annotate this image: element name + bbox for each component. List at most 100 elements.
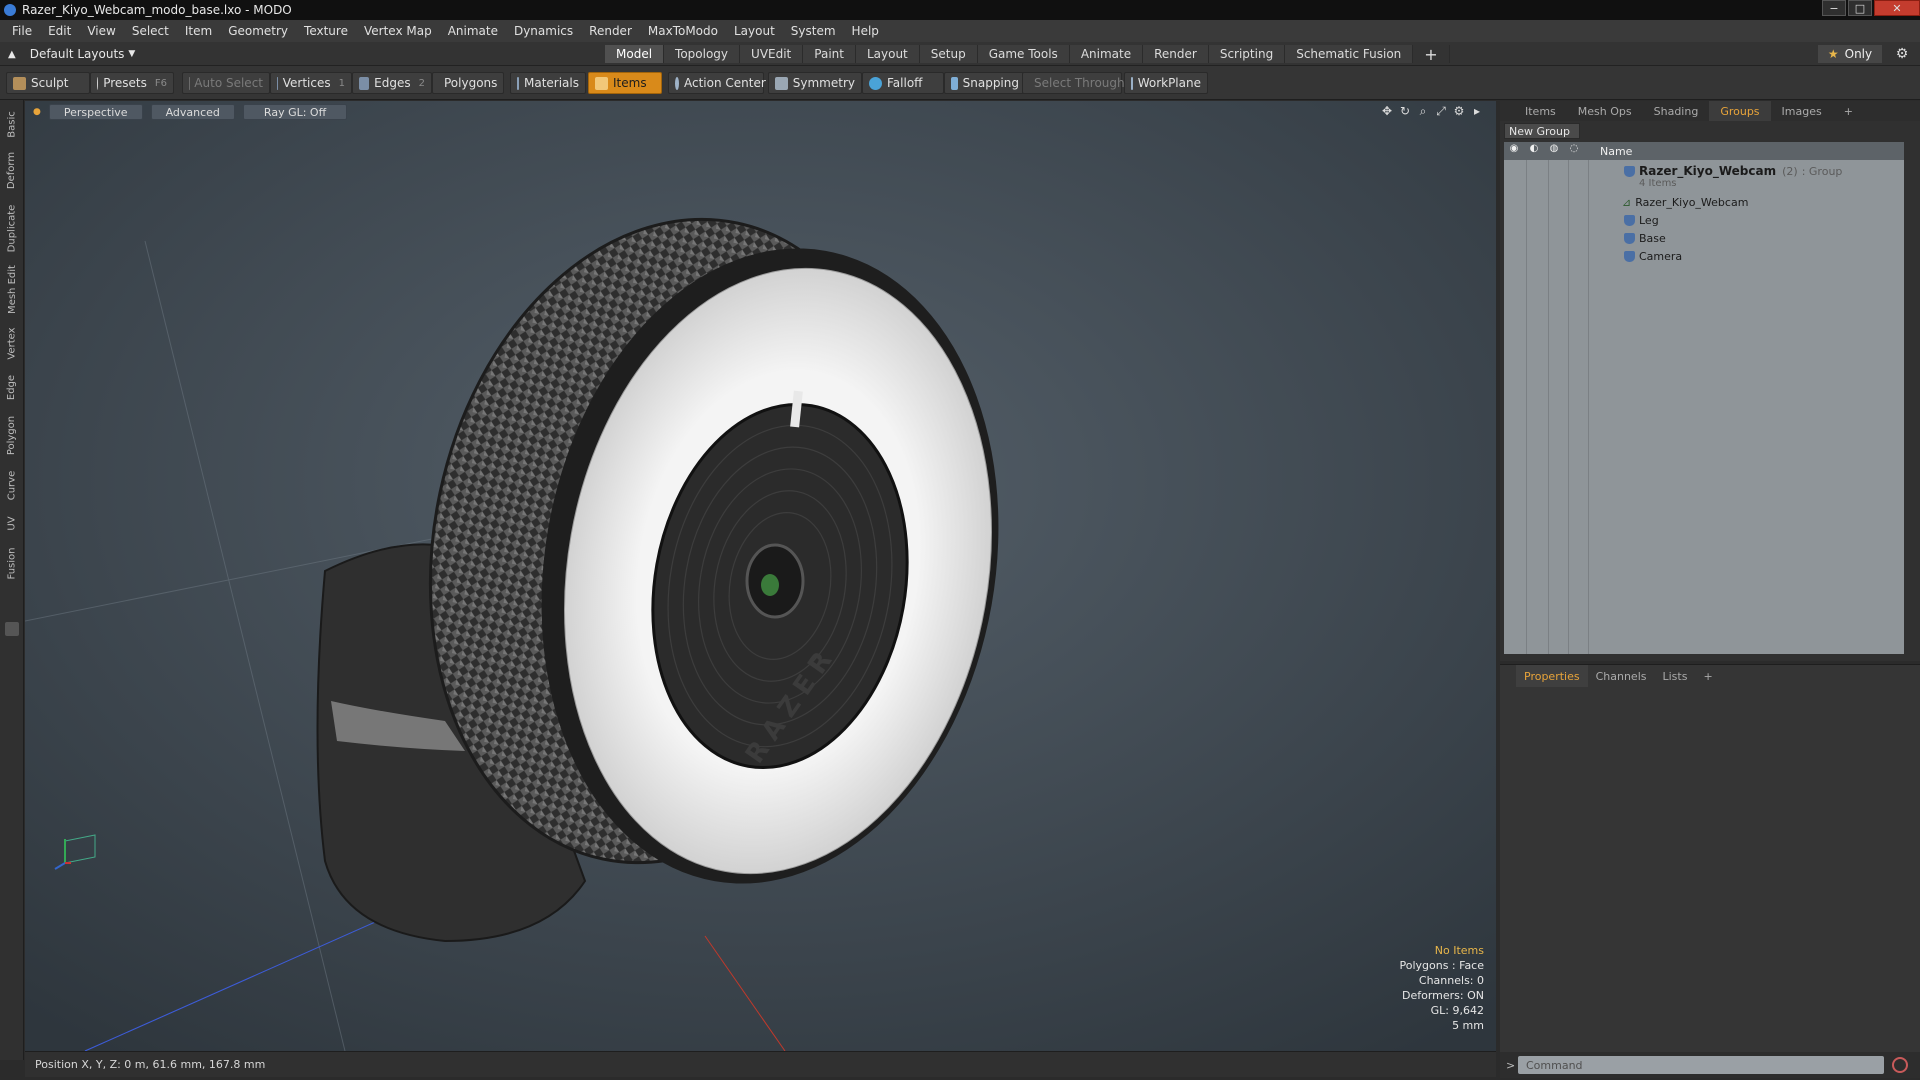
tab-uvedit[interactable]: UVEdit xyxy=(740,45,804,63)
close-button[interactable]: ✕ xyxy=(1874,0,1920,16)
menu-dynamics[interactable]: Dynamics xyxy=(506,24,581,38)
menu-item[interactable]: Item xyxy=(177,24,220,38)
symmetry-button[interactable]: Symmetry xyxy=(768,72,862,94)
tab-images[interactable]: Images xyxy=(1771,101,1833,121)
group-child-row[interactable]: Camera xyxy=(1504,247,1904,265)
command-execute-icon[interactable] xyxy=(1892,1057,1908,1073)
snapping-label: Snapping xyxy=(962,76,1019,90)
gear-icon[interactable]: ⚙ xyxy=(1893,46,1911,64)
presets-button[interactable]: Presets F6 xyxy=(90,72,174,94)
view-perspective-dropdown[interactable]: Perspective xyxy=(48,104,143,120)
tab-mesh-ops[interactable]: Mesh Ops xyxy=(1567,101,1643,121)
tab-shading[interactable]: Shading xyxy=(1643,101,1710,121)
rotate-icon[interactable]: ↻ xyxy=(1396,104,1414,120)
maximize-button[interactable]: □ xyxy=(1848,0,1872,16)
group-child-row[interactable]: Base xyxy=(1504,229,1904,247)
menu-select[interactable]: Select xyxy=(124,24,177,38)
tab-properties[interactable]: Properties xyxy=(1516,665,1588,687)
tab-paint[interactable]: Paint xyxy=(803,45,856,63)
vertices-button[interactable]: Vertices 1 xyxy=(270,72,352,94)
tab-fusion[interactable]: Fusion xyxy=(2,540,22,586)
tab-schematic-fusion[interactable]: Schematic Fusion xyxy=(1285,45,1414,63)
shading-dropdown[interactable]: Advanced xyxy=(150,104,235,120)
menu-help[interactable]: Help xyxy=(844,24,887,38)
action-center-button[interactable]: Action Center xyxy=(668,72,766,94)
add-tab-icon[interactable]: + xyxy=(1413,45,1450,64)
tab-channels[interactable]: Channels xyxy=(1588,665,1655,687)
pan-icon[interactable]: ✥ xyxy=(1378,104,1396,120)
command-input[interactable]: Command xyxy=(1518,1056,1884,1074)
tab-model[interactable]: Model xyxy=(605,45,665,63)
menu-file[interactable]: File xyxy=(4,24,40,38)
edges-button[interactable]: Edges 2 xyxy=(352,72,432,94)
viewport-settings-icon[interactable]: ⚙ xyxy=(1450,104,1468,120)
tab-game-tools[interactable]: Game Tools xyxy=(977,45,1070,63)
menu-view[interactable]: View xyxy=(79,24,123,38)
viewport-menu-icon[interactable]: ● xyxy=(33,107,41,117)
add-panel-tab-icon[interactable]: + xyxy=(1695,665,1720,687)
menu-texture[interactable]: Texture xyxy=(296,24,356,38)
expand-arrow-icon[interactable]: ▸ xyxy=(1468,104,1486,120)
tab-setup[interactable]: Setup xyxy=(919,45,978,63)
tab-duplicate[interactable]: Duplicate xyxy=(2,198,22,258)
chevron-down-icon: ▼ xyxy=(128,49,136,59)
tab-curve[interactable]: Curve xyxy=(2,464,22,506)
group-icon xyxy=(1624,165,1635,177)
menu-system[interactable]: System xyxy=(783,24,844,38)
tab-edge[interactable]: Edge xyxy=(2,368,22,406)
menu-maxtomodo[interactable]: MaxToModo xyxy=(640,24,726,38)
workplane-button[interactable]: WorkPlane xyxy=(1124,72,1208,94)
menu-edit[interactable]: Edit xyxy=(40,24,79,38)
falloff-button[interactable]: Falloff xyxy=(862,72,944,94)
viewport-canvas[interactable]: RAZER xyxy=(25,101,1496,1051)
menu-vertex-map[interactable]: Vertex Map xyxy=(356,24,440,38)
snapping-button[interactable]: Snapping xyxy=(944,72,1026,94)
tab-lists[interactable]: Lists xyxy=(1655,665,1696,687)
groups-list[interactable]: ◉ ◐ ◍ ◌ Name Razer_Kiyo_Webcam (2) : Gro… xyxy=(1504,142,1904,654)
menu-layout[interactable]: Layout xyxy=(726,24,783,38)
tab-vertex[interactable]: Vertex xyxy=(2,320,22,366)
info-channels: Channels: 0 xyxy=(1418,974,1484,987)
3d-viewport[interactable]: RAZER ● Perspective Advanced Ray GL: Off… xyxy=(25,101,1496,1051)
tab-layout[interactable]: Layout xyxy=(855,45,920,63)
auto-select-button[interactable]: Auto Select xyxy=(182,72,270,94)
tab-groups[interactable]: Groups xyxy=(1709,101,1771,121)
add-panel-tab-icon[interactable]: + xyxy=(1833,101,1864,121)
only-button[interactable]: ★ Only xyxy=(1818,45,1882,63)
tab-topology[interactable]: Topology xyxy=(664,45,741,63)
group-child-row[interactable]: ⊿ Razer_Kiyo_Webcam xyxy=(1504,193,1904,211)
polygons-button[interactable]: Polygons xyxy=(432,72,504,94)
tab-deform[interactable]: Deform xyxy=(2,146,22,194)
tab-render[interactable]: Render xyxy=(1143,45,1209,63)
raygl-toggle[interactable]: Ray GL: Off xyxy=(242,104,348,120)
menu-geometry[interactable]: Geometry xyxy=(220,24,296,38)
tab-polygon[interactable]: Polygon xyxy=(2,408,22,462)
tab-items[interactable]: Items xyxy=(1514,101,1567,121)
edges-label: Edges xyxy=(374,76,411,90)
zoom-icon[interactable]: ⌕ xyxy=(1414,104,1432,120)
lock-column-icon[interactable]: ◍ xyxy=(1544,143,1564,159)
menu-render[interactable]: Render xyxy=(581,24,640,38)
tab-scripting[interactable]: Scripting xyxy=(1208,45,1286,63)
vertices-label: Vertices xyxy=(282,76,331,90)
group-child-row[interactable]: Leg xyxy=(1504,211,1904,229)
select-through-button[interactable]: Select Through xyxy=(1022,72,1125,94)
eye-column-icon[interactable]: ◉ xyxy=(1504,143,1524,159)
select-column-icon[interactable]: ◌ xyxy=(1564,143,1584,159)
render-column-icon[interactable]: ◐ xyxy=(1524,143,1544,159)
tab-mesh-edit[interactable]: Mesh Edit xyxy=(2,260,22,318)
sculpt-button[interactable]: Sculpt xyxy=(6,72,90,94)
materials-button[interactable]: Materials xyxy=(510,72,586,94)
toggle-panel-button[interactable] xyxy=(5,622,19,636)
menu-animate[interactable]: Animate xyxy=(440,24,506,38)
name-column-header[interactable]: Name xyxy=(1600,145,1632,158)
vertices-icon xyxy=(277,76,278,90)
tab-basic[interactable]: Basic xyxy=(2,104,22,144)
items-button[interactable]: Items xyxy=(588,72,662,94)
new-group-button[interactable]: New Group xyxy=(1504,123,1580,139)
fit-icon[interactable]: ⤢ xyxy=(1432,104,1450,120)
minimize-button[interactable]: − xyxy=(1822,0,1846,16)
tab-uv[interactable]: UV xyxy=(2,508,22,538)
tab-animate[interactable]: Animate xyxy=(1069,45,1144,63)
layout-dropdown[interactable]: ▲ Default Layouts ▼ xyxy=(8,45,135,63)
